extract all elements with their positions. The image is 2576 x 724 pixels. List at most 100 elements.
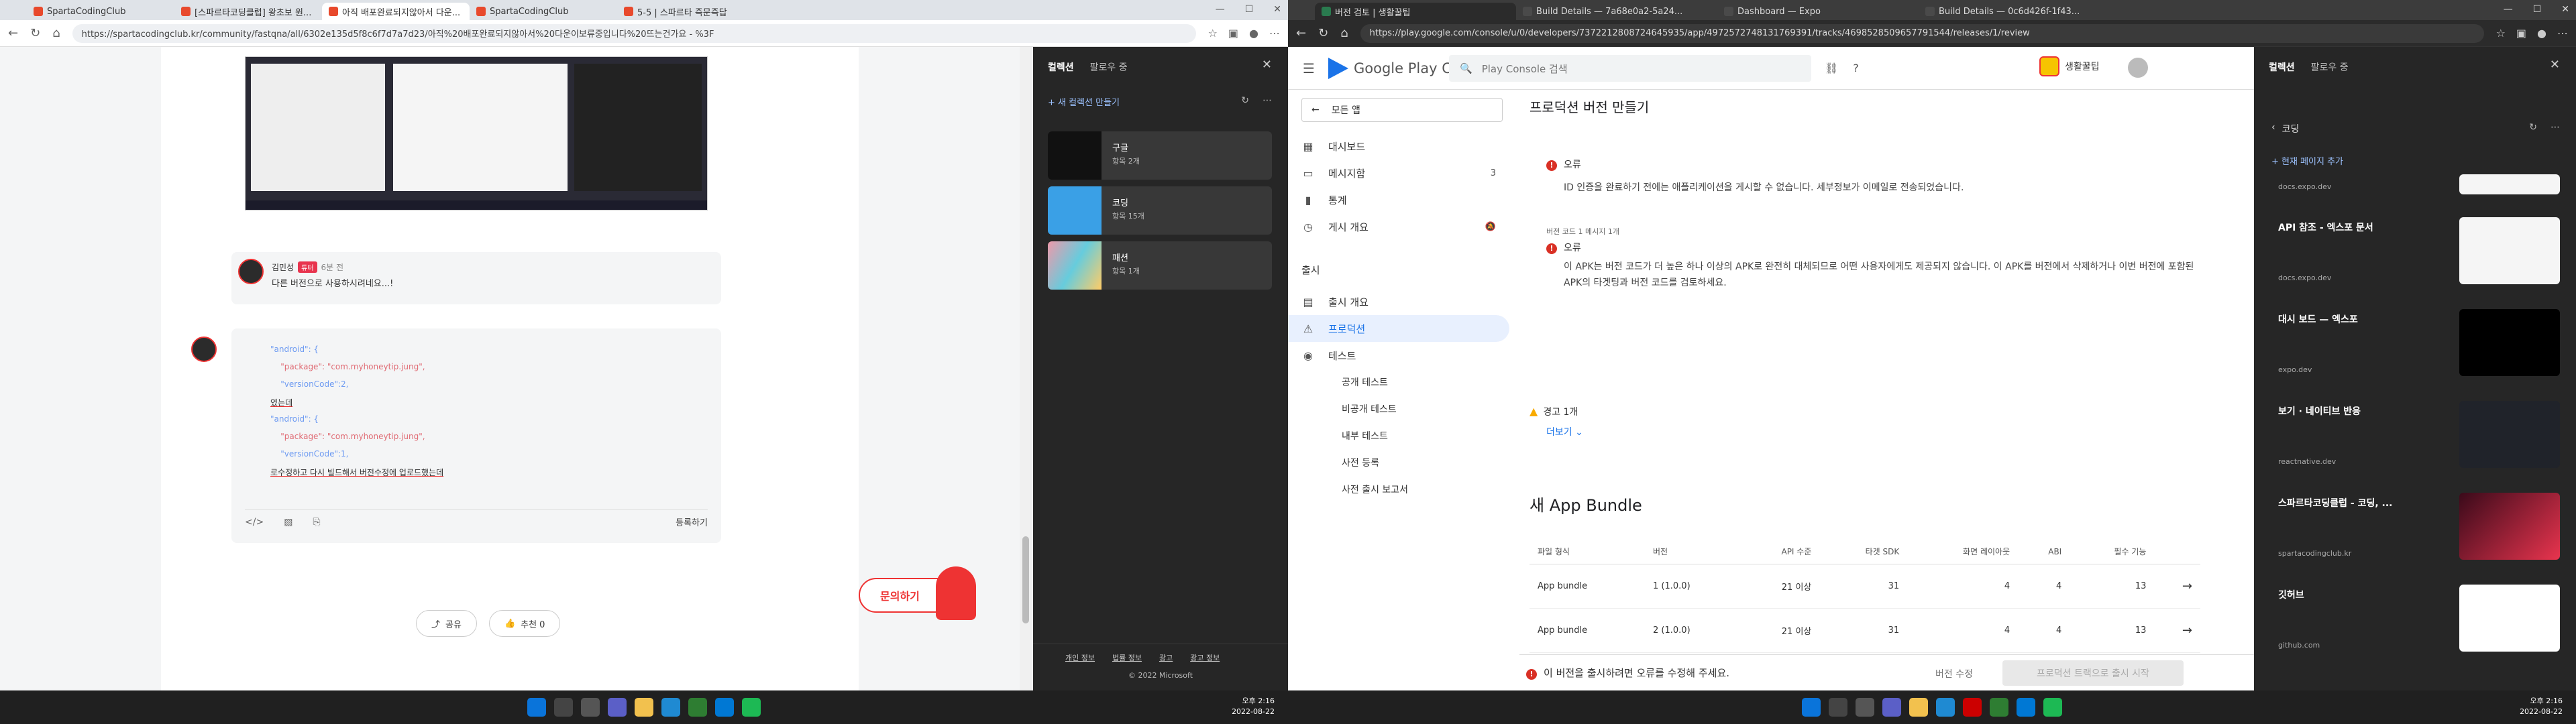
menu-icon[interactable]: ☰ [1303, 60, 1315, 76]
task-view-icon[interactable] [581, 698, 600, 717]
clock[interactable]: 오후 2:16 2022-08-22 [1232, 696, 1275, 717]
tab-following[interactable]: 팔로우 중 [1090, 60, 1128, 74]
app-icon[interactable] [688, 698, 707, 717]
url-field[interactable]: https://spartacodingclub.kr/community/fa… [72, 23, 1196, 43]
profile-icon[interactable]: ● [2537, 27, 2546, 40]
collection-card[interactable]: 코딩 항목 15개 [1048, 186, 1272, 235]
nav-stats[interactable]: ▮ 통계 [1288, 186, 1509, 213]
task-view-icon[interactable] [1856, 698, 1874, 717]
footer-link[interactable]: 개인 정보 [1065, 652, 1095, 663]
collection-card[interactable]: 구글 항목 2개 [1048, 131, 1272, 180]
collection-item[interactable]: 깃허브 github.com [2271, 575, 2560, 658]
back-icon[interactable]: ← [8, 26, 18, 40]
chevron-left-icon[interactable]: ‹ [2271, 122, 2275, 135]
tab-2[interactable]: [스파르타코딩클럽] 왕초보 원... [174, 3, 322, 20]
clock[interactable]: 오후 2:16 2022-08-22 [2520, 696, 2563, 717]
nav-pre-registration[interactable]: 사전 등록 [1288, 449, 1509, 476]
nav-testing[interactable]: ◉ 테스트 [1288, 342, 1509, 369]
collection-card[interactable]: 패션 항목 1개 [1048, 241, 1272, 290]
home-icon[interactable]: ⌂ [1340, 26, 1348, 40]
more-icon[interactable]: ⋯ [1263, 95, 1272, 106]
tab-collections[interactable]: 컬렉션 [2269, 60, 2295, 74]
nav-closed-testing[interactable]: 비공개 테스트 [1288, 396, 1509, 422]
like-button[interactable]: 👍 추천 0 [488, 610, 561, 637]
back-icon[interactable]: ← [1296, 26, 1306, 40]
teams-icon[interactable] [1882, 698, 1901, 717]
vscode-icon[interactable] [2017, 698, 2035, 717]
youtube-icon[interactable] [1963, 698, 1982, 717]
explorer-icon[interactable] [1909, 698, 1928, 717]
more-icon[interactable]: ⋯ [2551, 122, 2560, 133]
share-button[interactable]: ⤴ 공유 [416, 610, 477, 637]
collection-item[interactable]: 대시 보드 — 엑스포 expo.dev [2271, 300, 2560, 383]
home-icon[interactable]: ⌂ [52, 26, 60, 40]
arrow-right-icon[interactable]: → [2154, 564, 2200, 609]
close-icon[interactable]: ✕ [2550, 58, 2560, 72]
nav-release-overview[interactable]: ▤ 출시 개요 [1288, 288, 1509, 315]
table-row[interactable]: App bundle 2 (1.0.0) 21 이상 31 4 4 13 → [1529, 608, 2200, 653]
console-search[interactable]: 🔍 Play Console 검색 [1449, 55, 1811, 82]
collection-item[interactable]: API 참조 - 엑스포 문서 docs.expo.dev [2271, 208, 2560, 291]
vscode-icon[interactable] [715, 698, 734, 717]
user-avatar[interactable] [2128, 58, 2148, 78]
sync-icon[interactable]: ↻ [1241, 95, 1249, 106]
search-icon[interactable] [554, 698, 573, 717]
favorite-icon[interactable]: ☆ [2496, 27, 2506, 40]
maximize-icon[interactable]: ☐ [2533, 4, 2542, 15]
collection-item[interactable]: 스파르타코딩클럽 - 코딩, ... spartacodingclub.kr [2271, 483, 2560, 566]
nav-internal-testing[interactable]: 내부 테스트 [1288, 422, 1509, 449]
explorer-icon[interactable] [635, 698, 653, 717]
attached-screenshot[interactable] [245, 56, 708, 210]
app-selector[interactable]: 생활꿀팁 [2039, 56, 2100, 76]
tab-2[interactable]: Build Details — 7a68e0a2-5a24... [1516, 3, 1717, 20]
url-field[interactable]: https://play.google.com/console/u/0/deve… [1360, 23, 2484, 43]
start-icon[interactable] [1802, 698, 1821, 717]
nav-inbox[interactable]: ▭ 메시지함 3 [1288, 160, 1509, 186]
spotify-icon[interactable] [742, 698, 761, 717]
edit-version-button[interactable]: 버전 수정 [1935, 667, 1973, 680]
add-current-page-button[interactable]: + 현재 페이지 추가 [2271, 154, 2343, 167]
submit-button[interactable]: 등록하기 [676, 516, 708, 528]
edge-icon[interactable] [661, 698, 680, 717]
collection-item[interactable]: 보기 · 네이티브 반응 reactnative.dev [2271, 391, 2560, 475]
tab-following[interactable]: 팔로우 중 [2311, 60, 2349, 74]
comment-editor[interactable]: "android": { "package": "com.myhoneytip.… [231, 328, 721, 543]
new-collection-button[interactable]: + 새 컬렉션 만들기 [1048, 95, 1120, 108]
sync-icon[interactable]: ↻ [2529, 122, 2537, 133]
spotify-icon[interactable] [2043, 698, 2062, 717]
footer-link[interactable]: 법률 정보 [1112, 652, 1142, 663]
scroll-thumb[interactable] [1022, 536, 1029, 623]
edge-icon[interactable] [1936, 698, 1955, 717]
more-icon[interactable]: ⋯ [2557, 27, 2568, 40]
help-icon[interactable]: ? [1853, 62, 1859, 74]
arrow-right-icon[interactable]: → [2154, 608, 2200, 653]
tab-3-active[interactable]: 아직 배포완료되지않아서 다운... [322, 3, 470, 20]
tab-4[interactable]: SpartaCodingClub [470, 3, 617, 20]
footer-link[interactable]: 광고 [1159, 652, 1173, 663]
show-more-link[interactable]: 더보기 ⌄ [1546, 425, 1583, 438]
collections-icon[interactable]: ▣ [1228, 27, 1238, 40]
nav-open-testing[interactable]: 공개 테스트 [1288, 369, 1509, 396]
collections-icon[interactable]: ▣ [2516, 27, 2526, 40]
nav-pre-launch-report[interactable]: 사전 출시 보고서 [1288, 476, 1509, 503]
more-icon[interactable]: ⋯ [1269, 27, 1280, 40]
search-icon[interactable] [1829, 698, 1847, 717]
tab-collections[interactable]: 컬렉션 [1048, 60, 1074, 74]
tab-1[interactable]: SpartaCodingClub [27, 3, 174, 20]
tab-5[interactable]: 5-5 | 스파르타 즉문즉답 [617, 3, 765, 20]
app-icon[interactable] [1990, 698, 2008, 717]
code-icon[interactable]: </> [245, 517, 264, 528]
refresh-icon[interactable]: ↻ [1318, 26, 1328, 40]
nav-publishing[interactable]: ◷ 게시 개요 🔕 [1288, 213, 1509, 240]
nav-dashboard[interactable]: ▦ 대시보드 [1288, 133, 1509, 160]
tab-4[interactable]: Build Details — 0c6d426f-1f43... [1919, 3, 2120, 20]
nav-production[interactable]: ⚠ 프로덕션 [1288, 315, 1509, 342]
close-icon[interactable]: ✕ [1262, 58, 1272, 72]
minimize-icon[interactable]: — [1216, 4, 1225, 15]
table-row[interactable]: App bundle 1 (1.0.0) 21 이상 31 4 4 13 → [1529, 564, 2200, 609]
refresh-icon[interactable]: ↻ [30, 26, 40, 40]
attach-icon[interactable]: ⎘ [313, 517, 320, 528]
footer-link[interactable]: 광고 정보 [1190, 652, 1220, 663]
scrollbar[interactable] [1020, 47, 1032, 690]
start-icon[interactable] [527, 698, 546, 717]
